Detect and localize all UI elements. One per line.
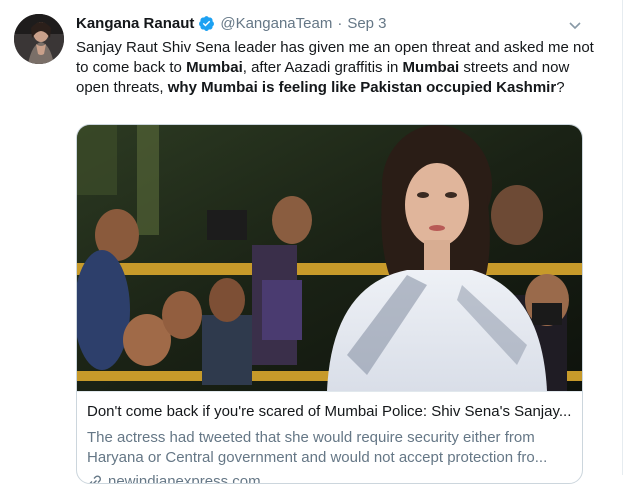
tweet-text-bold: Mumbai [402, 59, 460, 76]
link-icon [87, 474, 103, 483]
verified-badge-icon [198, 15, 215, 32]
avatar[interactable] [14, 14, 64, 64]
card-domain[interactable]: newindianexpress.com [87, 472, 574, 484]
tweet-text-part: , after Aazadi graffitis in [242, 59, 403, 76]
card-image[interactable] [77, 125, 582, 391]
tweet-text-bold: why Mumbai is feeling like Pakistan occu… [167, 79, 557, 96]
display-name[interactable]: Kangana Ranaut [76, 15, 194, 32]
card-domain-text: newindianexpress.com [108, 473, 261, 484]
tweet-text-part: ? [556, 79, 565, 96]
timestamp[interactable]: Sep 3 [347, 15, 386, 32]
link-card[interactable]: Don't come back if you're scared of Mumb… [76, 124, 583, 484]
handle[interactable]: @KanganaTeam [220, 15, 332, 32]
card-description: The actress had tweeted that she would r… [87, 429, 548, 466]
tweet-header: Kangana Ranaut @KanganaTeam · Sep 3 [76, 15, 387, 32]
tweet[interactable]: Kangana Ranaut @KanganaTeam · Sep 3 Sanj… [0, 0, 623, 484]
chevron-down-icon[interactable] [566, 16, 584, 34]
card-text[interactable]: Don't come back if you're scared of Mumb… [77, 391, 582, 484]
card-title[interactable]: Don't come back if you're scared of Mumb… [87, 402, 574, 422]
tweet-text-bold: Mumbai [186, 59, 243, 76]
separator-dot: · [337, 15, 343, 32]
tweet-text: Sanjay Raut Shiv Sena leader has given m… [76, 38, 596, 98]
